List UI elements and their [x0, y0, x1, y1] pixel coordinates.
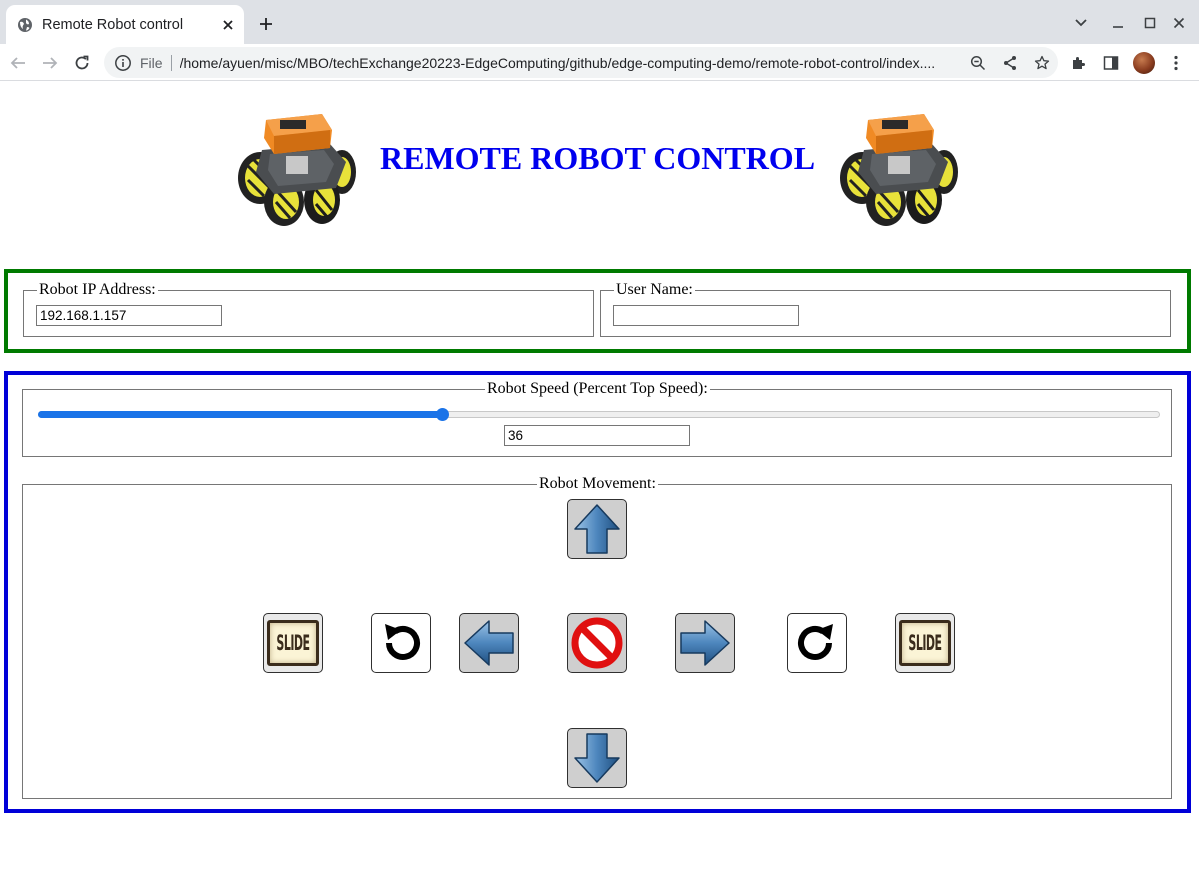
tab-search-chevron-icon[interactable] — [1066, 10, 1096, 36]
up-arrow-icon — [574, 504, 620, 554]
address-bar[interactable]: File /home/ayuen/misc/MBO/techExchange20… — [104, 47, 1058, 78]
user-name-input[interactable] — [613, 305, 799, 326]
stop-icon — [571, 617, 623, 669]
user-legend: User Name: — [614, 280, 695, 300]
rotate-left-button[interactable] — [371, 613, 431, 673]
page-title: REMOTE ROBOT CONTROL — [380, 140, 816, 176]
slide-left-icon: SLIDE — [267, 620, 319, 666]
ip-legend: Robot IP Address: — [37, 280, 158, 300]
minimize-icon[interactable] — [1103, 10, 1133, 36]
left-button[interactable] — [459, 613, 519, 673]
tab-title: Remote Robot control — [42, 16, 184, 33]
profile-avatar[interactable] — [1129, 48, 1159, 78]
right-arrow-icon — [680, 620, 730, 666]
ip-address-input[interactable] — [36, 305, 222, 326]
reload-icon[interactable] — [67, 48, 97, 78]
url-scheme: File — [140, 54, 163, 71]
url-text[interactable]: /home/ayuen/misc/MBO/techExchange20223-E… — [180, 55, 962, 71]
robot-image-left — [238, 114, 356, 226]
slide-right-icon: SLIDE — [899, 620, 951, 666]
browser-toolbar: File /home/ayuen/misc/MBO/techExchange20… — [0, 44, 1199, 81]
speed-legend: Robot Speed (Percent Top Speed): — [485, 379, 710, 399]
down-arrow-icon — [574, 733, 620, 783]
side-panel-icon[interactable] — [1096, 48, 1126, 78]
left-arrow-icon — [464, 620, 514, 666]
right-button[interactable] — [675, 613, 735, 673]
extensions-puzzle-icon[interactable] — [1064, 48, 1094, 78]
rotate-right-button[interactable] — [787, 613, 847, 673]
share-icon[interactable] — [994, 49, 1026, 77]
browser-tab[interactable]: Remote Robot control — [6, 5, 244, 44]
maximize-icon[interactable] — [1135, 10, 1165, 36]
backward-button[interactable] — [567, 728, 627, 788]
close-tab-icon[interactable] — [214, 11, 242, 39]
forward-button[interactable] — [567, 499, 627, 559]
slide-right-label: SLIDE — [908, 630, 942, 656]
browser-tabstrip: Remote Robot control — [0, 0, 1199, 44]
slide-right-button[interactable]: SLIDE — [895, 613, 955, 673]
speed-value-input[interactable] — [504, 425, 690, 446]
movement-legend: Robot Movement: — [537, 474, 658, 494]
back-arrow-icon[interactable] — [3, 48, 33, 78]
speed-fieldset: Robot Speed (Percent Top Speed): — [22, 379, 1172, 457]
rotate-counterclockwise-icon — [385, 624, 420, 660]
new-tab-icon[interactable] — [252, 10, 280, 38]
speed-slider-fill — [38, 411, 442, 418]
stop-button[interactable] — [567, 613, 627, 673]
speed-slider-thumb[interactable] — [435, 408, 449, 421]
bookmark-star-icon[interactable] — [1026, 49, 1058, 77]
menu-kebab-icon[interactable] — [1161, 48, 1191, 78]
url-divider — [170, 54, 172, 71]
slide-left-label: SLIDE — [276, 630, 310, 656]
zoom-icon[interactable] — [962, 49, 994, 77]
info-icon[interactable] — [114, 54, 132, 72]
rotate-clockwise-icon — [798, 624, 833, 660]
forward-arrow-icon[interactable] — [35, 48, 65, 78]
slide-left-button[interactable]: SLIDE — [263, 613, 323, 673]
window-close-icon[interactable] — [1164, 10, 1194, 36]
robot-image-right — [840, 114, 958, 226]
globe-icon — [17, 17, 33, 33]
avatar — [1133, 52, 1155, 74]
